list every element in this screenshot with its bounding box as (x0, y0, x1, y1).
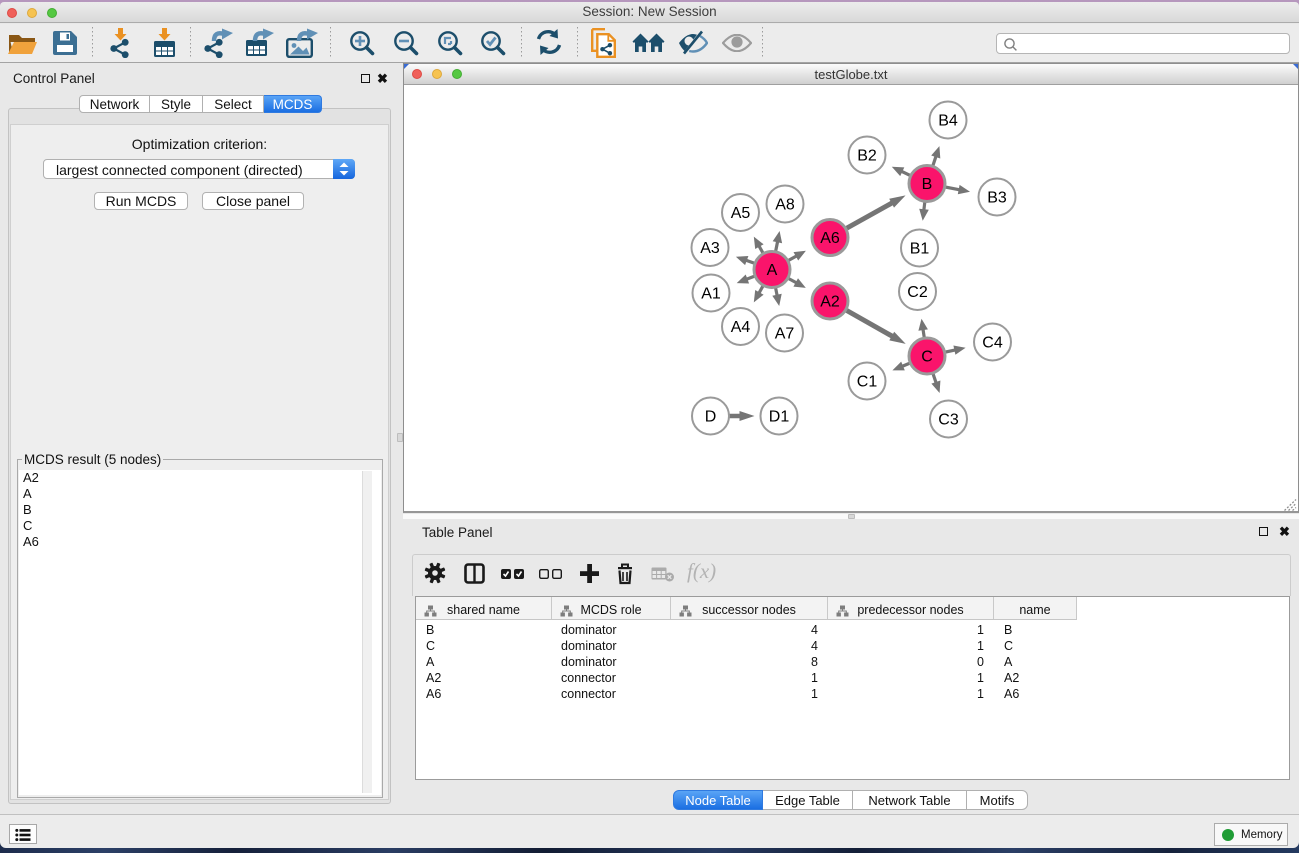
svg-text:A2: A2 (820, 294, 840, 311)
svg-text:A4: A4 (731, 319, 751, 336)
svg-text:B: B (922, 176, 933, 193)
svg-text:A3: A3 (700, 240, 720, 257)
svg-text:A5: A5 (731, 205, 751, 222)
svg-text:C2: C2 (907, 284, 928, 301)
svg-text:A: A (767, 262, 778, 279)
svg-text:C1: C1 (857, 374, 878, 391)
svg-text:C: C (921, 349, 933, 366)
svg-text:A7: A7 (775, 326, 795, 343)
svg-text:D: D (705, 409, 717, 426)
svg-text:B4: B4 (938, 113, 958, 130)
svg-text:B1: B1 (910, 241, 930, 258)
svg-text:C3: C3 (938, 412, 959, 429)
svg-text:B2: B2 (857, 148, 877, 165)
svg-text:A8: A8 (775, 197, 795, 214)
svg-text:D1: D1 (769, 409, 790, 426)
svg-text:B3: B3 (987, 190, 1007, 207)
svg-text:A6: A6 (820, 230, 840, 247)
svg-text:C4: C4 (982, 335, 1003, 352)
svg-text:A1: A1 (701, 286, 721, 303)
